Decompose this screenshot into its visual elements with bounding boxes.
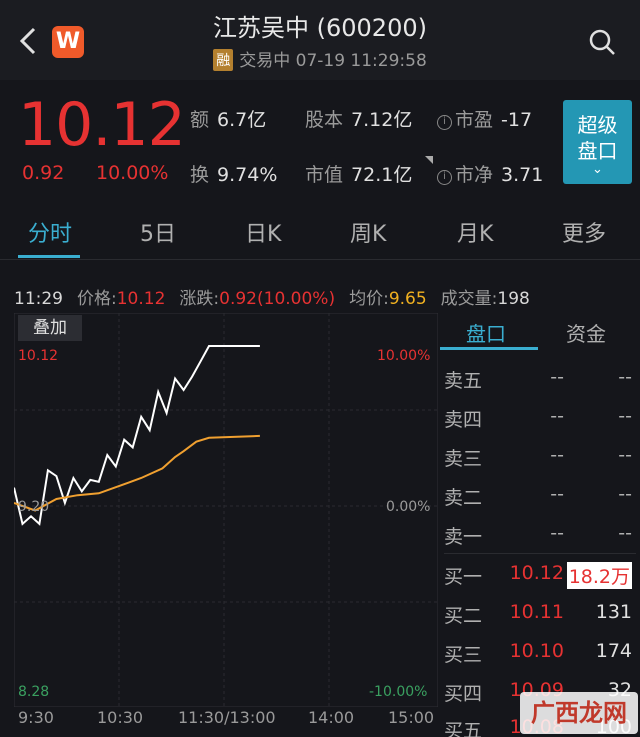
bid-row: 买二 10.11 131 xyxy=(444,601,632,627)
super-orderbook-button[interactable]: 超级 盘口 ⌄ xyxy=(563,100,632,184)
bid-row: 买一 10.12 18.2万 xyxy=(444,562,632,589)
price-change: 0.92 xyxy=(22,162,65,184)
tab-more[interactable]: 更多 xyxy=(562,216,606,248)
tab-weekly-k[interactable]: 周K xyxy=(350,216,386,248)
corner-marker-icon xyxy=(425,156,433,164)
bid-row: 买三 10.10 174 xyxy=(444,640,632,666)
pct-label-high: 10.00% xyxy=(377,348,431,364)
pct-label-mid: 0.00% xyxy=(386,499,431,515)
info-icon: i xyxy=(437,115,452,130)
orderbook-divider xyxy=(444,553,636,554)
stat-shares: 股本 7.12亿 xyxy=(305,109,413,131)
y-label-mid: 9.20 xyxy=(18,499,50,515)
watermark-logo: 广西龙网 xyxy=(520,692,638,734)
x-label: 15:00 xyxy=(388,708,435,727)
active-panel-indicator xyxy=(440,347,538,350)
tab-capital-flow[interactable]: 资金 xyxy=(566,318,606,347)
tab-intraday[interactable]: 分时 xyxy=(28,216,72,248)
tab-monthly-k[interactable]: 月K xyxy=(457,216,493,248)
trading-status: 融交易中 07-19 11:29:58 xyxy=(0,46,640,71)
x-label: 11:30/13:00 xyxy=(178,708,276,727)
ask-row: 卖二 -- -- xyxy=(444,483,632,509)
x-label: 9:30 xyxy=(18,708,54,727)
pct-label-low: -10.00% xyxy=(369,684,428,700)
stat-pb[interactable]: i 市净 3.71 xyxy=(437,160,543,187)
current-price: 10.12 xyxy=(18,90,186,160)
price-change-percent: 10.00% xyxy=(96,162,169,184)
tab-daily-k[interactable]: 日K xyxy=(245,216,281,248)
margin-badge: 融 xyxy=(213,49,234,71)
y-label-low: 8.28 xyxy=(18,684,50,700)
price-line xyxy=(14,345,260,526)
overlay-button[interactable]: 叠加 xyxy=(18,315,82,341)
chevron-down-icon: ⌄ xyxy=(592,162,603,177)
chart-period-tabs: 分时 5日 日K 周K 月K 更多 xyxy=(0,200,640,260)
info-icon: i xyxy=(437,170,452,185)
tab-5day[interactable]: 5日 xyxy=(140,216,176,248)
x-label: 10:30 xyxy=(97,708,144,727)
stat-market-cap: 市值 72.1亿 xyxy=(305,164,413,186)
stat-turnover: 换 9.74% xyxy=(190,164,278,186)
ask-row: 卖三 -- -- xyxy=(444,444,632,470)
app-header: W 江苏吴中 (600200) 融交易中 07-19 11:29:58 xyxy=(0,0,640,80)
ask-row: 卖一 -- -- xyxy=(444,522,632,548)
stock-title: 江苏吴中 (600200) xyxy=(213,14,427,42)
active-tab-indicator xyxy=(18,255,80,258)
stat-pe[interactable]: i 市盈 -17 xyxy=(437,105,532,132)
intraday-chart[interactable] xyxy=(14,313,438,707)
ask-row: 卖四 -- -- xyxy=(444,405,632,431)
search-icon[interactable] xyxy=(588,28,616,56)
stat-amount: 额 6.7亿 xyxy=(190,109,267,131)
crosshair-info: 11:29 价格:10.12 涨跌:0.92(10.00%) 均价:9.65 成交量:1… xyxy=(14,289,530,309)
y-label-high: 10.12 xyxy=(18,348,59,364)
ask-row: 卖五 -- -- xyxy=(444,366,632,392)
x-label: 14:00 xyxy=(308,708,355,727)
tab-orderbook[interactable]: 盘口 xyxy=(466,318,506,347)
quote-summary: 10.12 0.92 10.00% 额 6.7亿 股本 7.12亿 i 市盈 -17 换… xyxy=(0,80,640,200)
trading-status-text: 交易中 07-19 11:29:58 xyxy=(239,51,427,71)
